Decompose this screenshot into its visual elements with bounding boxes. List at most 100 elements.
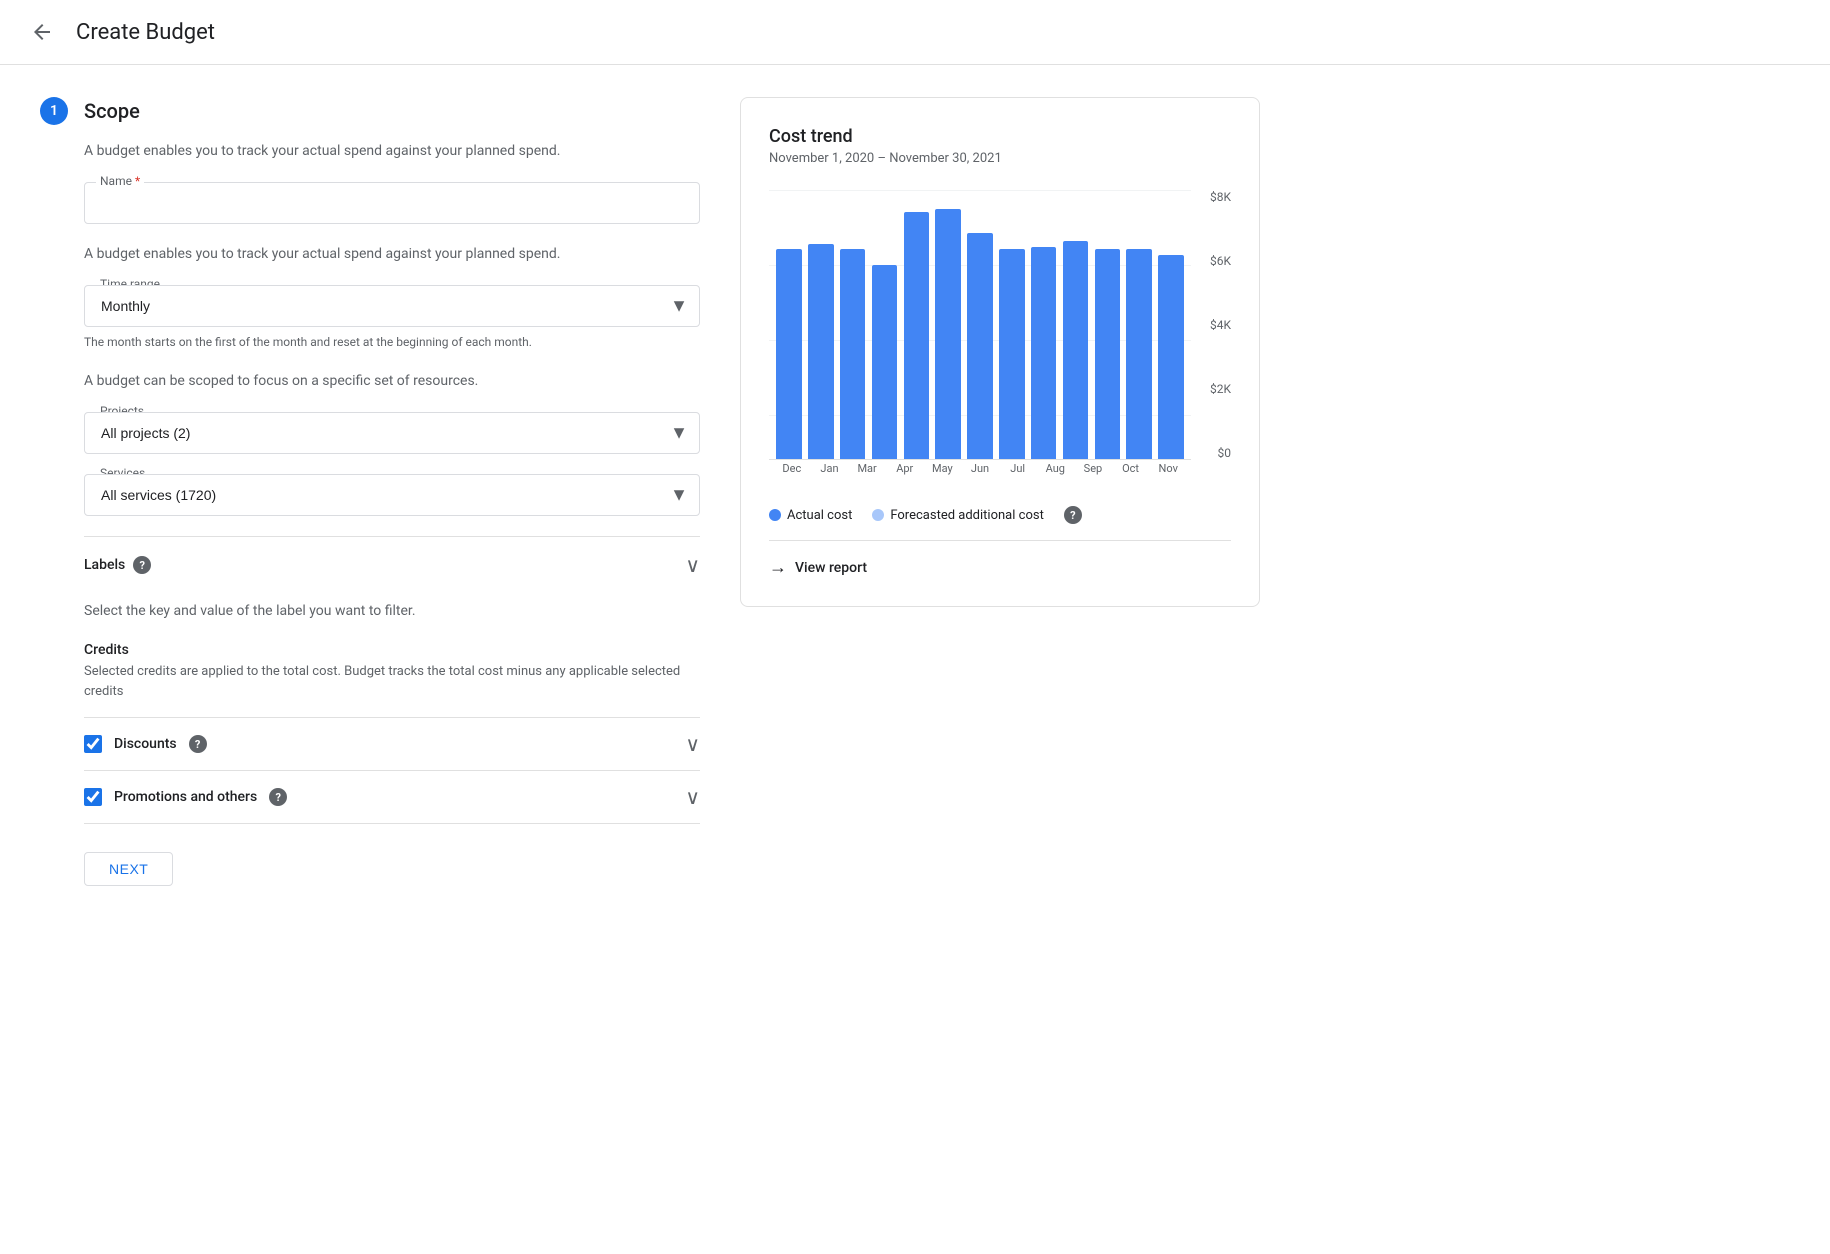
name-label: Name * (96, 174, 144, 188)
y-label-8k: $8K (1210, 190, 1231, 204)
legend-forecast-label: Forecasted additional cost (890, 508, 1043, 523)
chart-bar-col (932, 190, 964, 459)
y-label-0: $0 (1218, 446, 1232, 460)
time-range-select-wrapper: Monthly ▼ (84, 285, 700, 327)
legend-actual-dot (769, 509, 781, 521)
credits-section: Credits Selected credits are applied to … (84, 642, 700, 824)
time-range-select[interactable]: Monthly (84, 285, 700, 327)
chart-bar-col (837, 190, 869, 459)
step-circle: 1 (40, 97, 68, 125)
chart-x-label: Sep (1074, 462, 1112, 490)
chart-bar (999, 249, 1024, 459)
legend-help-icon[interactable]: ? (1064, 506, 1082, 524)
promotions-help-icon[interactable]: ? (269, 788, 287, 806)
chart-bar (967, 233, 992, 459)
view-report-link[interactable]: → View report (769, 540, 1231, 578)
page-title: Create Budget (76, 20, 215, 45)
name-input[interactable] (84, 182, 700, 224)
time-range-field: Time range Monthly ▼ The month starts on… (84, 285, 700, 351)
chart-bar-col (1091, 190, 1123, 459)
chart-bar (1063, 241, 1088, 459)
scope-description1: A budget enables you to track your actua… (84, 141, 700, 162)
promotions-row: Promotions and others ? ∨ (84, 770, 700, 824)
discounts-row: Discounts ? ∨ (84, 717, 700, 770)
chart-bar-col (1028, 190, 1060, 459)
chart-x-label: Jan (811, 462, 849, 490)
chart-x-label: Aug (1036, 462, 1074, 490)
page-header: Create Budget (0, 0, 1830, 65)
chart-x-label: Apr (886, 462, 924, 490)
projects-select-wrapper: All projects (2) ▼ (84, 412, 700, 454)
chart-bar (1126, 249, 1151, 459)
projects-field: Projects All projects (2) ▼ (84, 412, 700, 454)
right-panel: Cost trend November 1, 2020 – November 3… (740, 97, 1260, 607)
discounts-chevron-icon: ∨ (685, 732, 700, 756)
labels-title-wrapper: Labels ? (84, 556, 151, 574)
credits-description: Selected credits are applied to the tota… (84, 662, 700, 701)
back-button[interactable] (24, 14, 60, 50)
labels-title: Labels (84, 557, 125, 573)
chart-bars-area (769, 190, 1191, 460)
legend-actual: Actual cost (769, 508, 852, 523)
y-label-2k: $2K (1210, 382, 1231, 396)
services-field: Services All services (1720) ▼ (84, 474, 700, 516)
promotions-checkbox[interactable] (84, 788, 102, 806)
credits-title: Credits (84, 642, 700, 658)
chart-bar (935, 209, 960, 459)
legend-forecast-dot (872, 509, 884, 521)
chart-x-label: Mar (848, 462, 886, 490)
time-range-hint: The month starts on the first of the mon… (84, 333, 700, 351)
scope-title: Scope (84, 99, 140, 123)
chart-x-label: Oct (1112, 462, 1150, 490)
labels-hint: Select the key and value of the label yo… (84, 601, 700, 622)
chart-bar (1095, 249, 1120, 459)
view-report-arrow-icon: → (769, 557, 787, 578)
chart-bar (840, 249, 865, 459)
chart-bar-col (900, 190, 932, 459)
cost-trend-date: November 1, 2020 – November 30, 2021 (769, 151, 1231, 166)
scope-description2: A budget enables you to track your actua… (84, 244, 700, 265)
chart-bar-col (996, 190, 1028, 459)
services-select[interactable]: All services (1720) (84, 474, 700, 516)
chart-bar (1158, 255, 1183, 459)
scope-resources-text: A budget can be scoped to focus on a spe… (84, 371, 700, 392)
chart-bar-col (773, 190, 805, 459)
discounts-label: Discounts ? (84, 735, 207, 753)
chart-bar (872, 265, 897, 459)
legend-forecast: Forecasted additional cost (872, 508, 1043, 523)
y-label-4k: $4K (1210, 318, 1231, 332)
chart-bar (808, 244, 833, 459)
scope-section-header: 1 Scope (40, 97, 700, 125)
main-content: 1 Scope A budget enables you to track yo… (0, 65, 1300, 918)
chart-bar-col (964, 190, 996, 459)
projects-select[interactable]: All projects (2) (84, 412, 700, 454)
chart-bar-col (869, 190, 901, 459)
discounts-help-icon[interactable]: ? (189, 735, 207, 753)
chart-legend: Actual cost Forecasted additional cost ? (769, 506, 1231, 524)
chart-bar-col (805, 190, 837, 459)
y-label-6k: $6K (1210, 254, 1231, 268)
chart-bar-col (1123, 190, 1155, 459)
chart-bar-col (1060, 190, 1092, 459)
services-select-wrapper: All services (1720) ▼ (84, 474, 700, 516)
chart-bar (1031, 247, 1056, 460)
chart-bar (904, 212, 929, 459)
chart-bar (776, 249, 801, 459)
chart-bar-col (1155, 190, 1187, 459)
scope-body: A budget enables you to track your actua… (84, 141, 700, 886)
discounts-checkbox[interactable] (84, 735, 102, 753)
legend-actual-label: Actual cost (787, 508, 852, 523)
chart-x-label: Jul (999, 462, 1037, 490)
left-panel: 1 Scope A budget enables you to track yo… (40, 97, 700, 886)
cost-trend-chart: $8K $6K $4K $2K $0 DecJanMarAprMayJunJul… (769, 190, 1231, 490)
chart-x-label: Dec (773, 462, 811, 490)
cost-trend-title: Cost trend (769, 126, 1231, 147)
labels-section[interactable]: Labels ? ∨ (84, 536, 700, 593)
chart-x-label: Jun (961, 462, 999, 490)
labels-help-icon[interactable]: ? (133, 556, 151, 574)
promotions-chevron-icon: ∨ (685, 785, 700, 809)
labels-chevron-icon: ∨ (685, 553, 700, 577)
chart-x-label: Nov (1149, 462, 1187, 490)
next-button[interactable]: NEXT (84, 852, 173, 886)
chart-x-labels: DecJanMarAprMayJunJulAugSepOctNov (769, 462, 1191, 490)
